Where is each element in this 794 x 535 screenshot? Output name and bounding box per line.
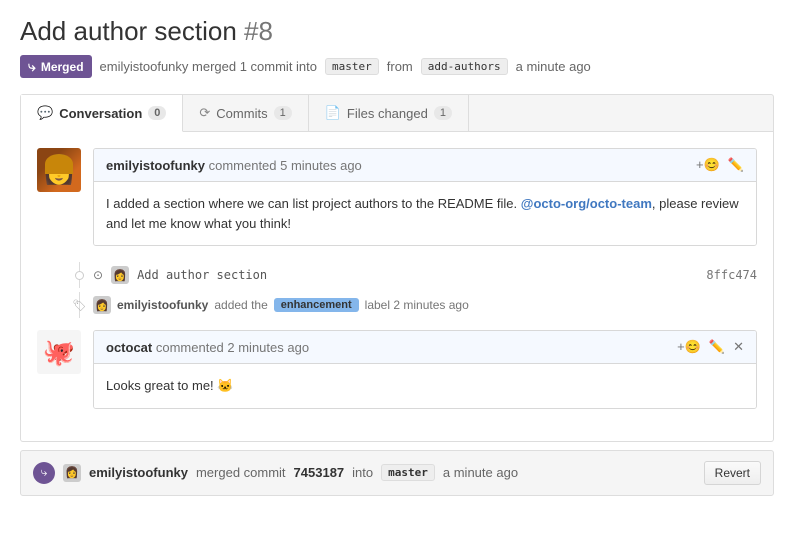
merge-text1: merged commit (196, 465, 286, 480)
comment-actions-2: +😊 ✏️ ✕ (677, 339, 744, 355)
pr-number: #8 (244, 16, 273, 46)
label-tag: enhancement (274, 298, 359, 312)
merge-text3: a minute ago (443, 465, 518, 480)
merged-badge-label: Merged (41, 60, 84, 74)
tab-commits-count: 1 (274, 106, 292, 120)
commit-message: Add author section (137, 268, 267, 282)
merge-bar-icon: ⤷ (33, 462, 55, 484)
comment-1: emilyistoofunky commented 5 minutes ago … (37, 148, 757, 246)
pr-meta-text: emilyistoofunky merged 1 commit into (100, 59, 317, 74)
comment-text-2: Looks great to me! 🐱 (106, 378, 233, 393)
close-button-2[interactable]: ✕ (733, 339, 744, 355)
pr-title: Add author section #8 (20, 16, 774, 47)
tabs-bar: 💬 Conversation 0 ⟳ Commits 1 📄 Files cha… (20, 94, 774, 132)
timeline-label-row: 🏷 👩 emilyistoofunky added the enhancemen… (37, 292, 757, 318)
merge-text2: into (352, 465, 373, 480)
timeline-label: 🏷 👩 emilyistoofunky added the enhancemen… (93, 292, 757, 318)
edit-button-1[interactable]: ✏️ (728, 157, 744, 173)
tab-files[interactable]: 📄 Files changed 1 (309, 95, 469, 131)
tab-files-count: 1 (434, 106, 452, 120)
commit-icon: ⊙ (93, 268, 103, 282)
commit-dot (75, 271, 84, 280)
edit-button-2[interactable]: ✏️ (709, 339, 725, 355)
comment-actions-1: +😊 ✏️ (696, 157, 744, 173)
comment-time-1: commented 5 minutes ago (209, 158, 362, 173)
comment-body-2: Looks great to me! 🐱 (94, 364, 756, 408)
comment-time-2: commented 2 minutes ago (156, 340, 309, 355)
tab-conversation-label: Conversation (59, 106, 142, 121)
label-text2: label 2 minutes ago (365, 298, 469, 312)
merge-author: emilyistoofunky (89, 465, 188, 480)
conversation-icon: 💬 (37, 105, 53, 121)
branch-master: master (325, 58, 379, 75)
tab-files-label: Files changed (347, 106, 428, 121)
comment-text-1a: I added a section where we can list proj… (106, 196, 521, 211)
timeline-commit: ⊙ 👩 Add author section 8ffc474 (93, 262, 757, 288)
comment-author-1: emilyistoofunky (106, 158, 205, 173)
comment-author-time-2: octocat commented 2 minutes ago (106, 340, 309, 355)
label-author: emilyistoofunky (117, 298, 208, 312)
tab-conversation[interactable]: 💬 Conversation 0 (21, 95, 183, 132)
commits-icon: ⟳ (199, 105, 210, 121)
merge-icon: ⤷ (28, 58, 36, 75)
tab-commits-label: Commits (216, 106, 267, 121)
label-icon: 🏷 (73, 299, 86, 312)
commit-sha: 8ffc474 (706, 268, 757, 282)
page-container: Add author section #8 ⤷ Merged emilyisto… (0, 0, 794, 535)
commit-mini-avatar: 👩 (111, 266, 129, 284)
comment-2: octocat commented 2 minutes ago +😊 ✏️ ✕ … (37, 330, 757, 409)
content-area: emilyistoofunky commented 5 minutes ago … (20, 132, 774, 442)
emoji-button-1[interactable]: +😊 (696, 157, 720, 173)
tab-commits[interactable]: ⟳ Commits 1 (183, 95, 308, 131)
avatar-emily (37, 148, 81, 192)
comment-author-2: octocat (106, 340, 152, 355)
files-icon: 📄 (325, 105, 341, 121)
mention-team: @octo-org/octo-team (521, 196, 652, 211)
pr-title-text: Add author section (20, 16, 237, 46)
comment-box-1: emilyistoofunky commented 5 minutes ago … (93, 148, 757, 246)
merge-bar: ⤷ 👩 emilyistoofunky merged commit 745318… (20, 450, 774, 496)
comment-box-2: octocat commented 2 minutes ago +😊 ✏️ ✕ … (93, 330, 757, 409)
merge-mini-avatar: 👩 (63, 464, 81, 482)
timeline-commit-row: ⊙ 👩 Add author section 8ffc474 (37, 262, 757, 288)
pr-meta-from: from (387, 59, 413, 74)
label-mini-avatar: 👩 (93, 296, 111, 314)
avatar-octocat (37, 330, 81, 374)
revert-button[interactable]: Revert (704, 461, 761, 485)
emoji-button-2[interactable]: +😊 (677, 339, 701, 355)
tab-conversation-count: 0 (148, 106, 166, 120)
merge-branch: master (381, 464, 435, 481)
comment-author-time-1: emilyistoofunky commented 5 minutes ago (106, 158, 362, 173)
merge-sha: 7453187 (294, 465, 345, 480)
merged-badge: ⤷ Merged (20, 55, 92, 78)
label-text1: added the (214, 298, 267, 312)
pr-meta-time: a minute ago (516, 59, 591, 74)
branch-add-authors: add-authors (421, 58, 508, 75)
comment-header-1: emilyistoofunky commented 5 minutes ago … (94, 149, 756, 182)
pr-meta: ⤷ Merged emilyistoofunky merged 1 commit… (20, 55, 774, 78)
comment-body-1: I added a section where we can list proj… (94, 182, 756, 245)
comment-header-2: octocat commented 2 minutes ago +😊 ✏️ ✕ (94, 331, 756, 364)
